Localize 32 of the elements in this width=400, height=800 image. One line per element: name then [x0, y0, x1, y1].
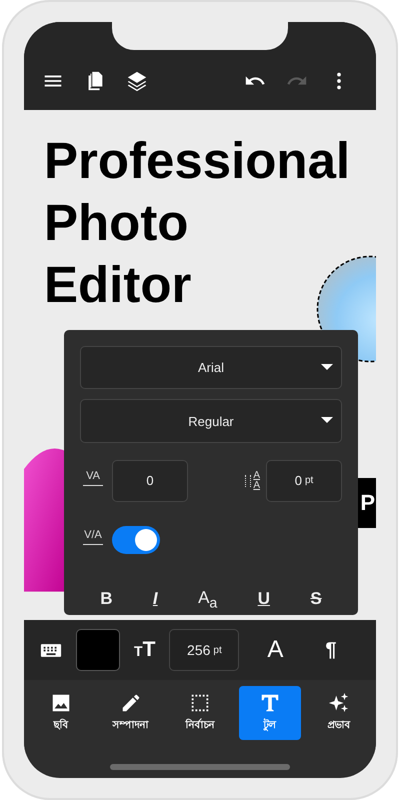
- letter-spacing-label: VA: [80, 470, 106, 492]
- line-spacing-field[interactable]: 0 pt: [266, 460, 342, 502]
- nav-tab[interactable]: সম্পাদনা: [100, 686, 162, 740]
- color-swatch[interactable]: [76, 629, 120, 671]
- font-size-field[interactable]: 256 pt: [169, 629, 240, 671]
- nav-tab[interactable]: ছবি: [30, 686, 92, 740]
- font-style-dropdown[interactable]: Regular: [80, 399, 342, 443]
- selection-icon: [189, 692, 211, 714]
- font-button[interactable]: A: [259, 636, 292, 664]
- nav-tab[interactable]: টুল: [238, 686, 300, 740]
- sparkle-icon: [328, 692, 350, 714]
- toggle-switch[interactable]: [112, 526, 160, 554]
- caret-icon: [321, 417, 333, 424]
- headline-text: Professional Photo Editor: [43, 131, 350, 315]
- strikethrough-button[interactable]: S: [302, 584, 330, 616]
- underline-button[interactable]: U: [250, 584, 278, 616]
- nav-tab[interactable]: প্রভাব: [308, 686, 370, 740]
- case-button[interactable]: A$_{a}$: [190, 584, 226, 616]
- text-label: P: [358, 478, 376, 528]
- bold-button[interactable]: B: [92, 584, 120, 616]
- italic-button[interactable]: I: [144, 584, 166, 616]
- font-dropdown[interactable]: Arial: [80, 346, 342, 390]
- image-icon: [50, 692, 72, 714]
- nav-tab[interactable]: নির্বাচন: [169, 686, 231, 740]
- keyboard-icon[interactable]: [40, 642, 62, 658]
- caret-icon: [321, 364, 333, 370]
- layers-icon[interactable]: [126, 70, 148, 92]
- letter-spacing-field[interactable]: 0: [112, 460, 188, 502]
- paragraph-button[interactable]: ¶: [319, 638, 343, 662]
- text-size-label: TT: [134, 638, 156, 662]
- kerning-label: V/A: [80, 528, 106, 551]
- line-spacing-label: A A: [245, 470, 260, 491]
